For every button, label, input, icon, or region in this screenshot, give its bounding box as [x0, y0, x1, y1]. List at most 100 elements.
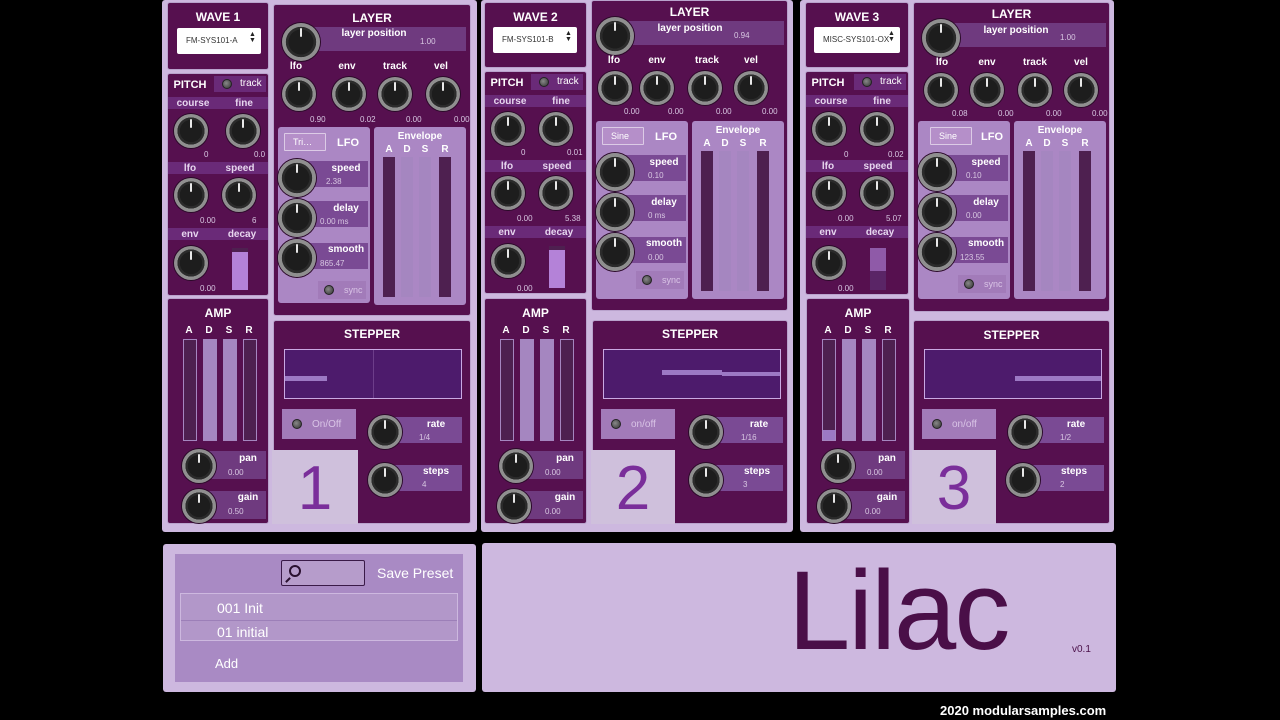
preset-search-input[interactable] [281, 560, 365, 586]
lfo-smooth-knob[interactable] [596, 233, 634, 271]
env-decay-slider[interactable] [719, 151, 731, 291]
amp-attack-slider[interactable] [822, 339, 836, 441]
amp-sustain-slider[interactable] [223, 339, 237, 441]
preset-item[interactable]: 01 initial [217, 624, 268, 640]
lfo-delay-knob[interactable] [596, 193, 634, 231]
lfo-sync-toggle[interactable]: sync [958, 275, 1006, 293]
stepper-steps-knob[interactable] [1006, 463, 1040, 497]
course-knob[interactable] [174, 114, 208, 148]
pitch-lfo-knob[interactable] [812, 176, 846, 210]
mod-env-knob[interactable] [332, 77, 366, 111]
env-sustain-slider[interactable] [1059, 151, 1071, 291]
amp-decay-slider[interactable] [520, 339, 534, 441]
voice-3-number[interactable]: 3 [912, 450, 996, 524]
amp-release-slider[interactable] [243, 339, 257, 441]
mod-env-knob[interactable] [970, 73, 1004, 107]
gain-knob[interactable] [497, 489, 531, 523]
voice-1-number[interactable]: 1 [272, 450, 358, 524]
pitch-lfo-knob[interactable] [174, 178, 208, 212]
lfo-sync-toggle[interactable]: sync [318, 281, 366, 299]
env-attack-slider[interactable] [383, 157, 395, 297]
lfo-delay-knob[interactable] [918, 193, 956, 231]
stepper-steps-knob[interactable] [368, 463, 402, 497]
lfo-delay-knob[interactable] [278, 199, 316, 237]
save-preset-button[interactable]: Save Preset [377, 565, 453, 581]
stepper-steps-knob[interactable] [689, 463, 723, 497]
lfo-smooth-knob[interactable] [278, 239, 316, 277]
add-preset-button[interactable]: Add [215, 656, 238, 671]
mod-env-knob[interactable] [640, 71, 674, 105]
pan-knob[interactable] [182, 449, 216, 483]
amp-sustain-slider[interactable] [540, 339, 554, 441]
lfo-shape-select[interactable]: Sine [602, 127, 644, 145]
stepper-onoff-button[interactable]: on/off [922, 409, 996, 439]
amp-release-slider[interactable] [882, 339, 896, 441]
wave-select[interactable]: FM-SYS101-B [493, 27, 577, 53]
amp-sustain-slider[interactable] [862, 339, 876, 441]
stepper-display[interactable] [603, 349, 781, 399]
pitch-speed-knob[interactable] [222, 178, 256, 212]
amp-release-slider[interactable] [560, 339, 574, 441]
pitch-track-toggle[interactable]: track [531, 74, 583, 90]
mod-vel-knob[interactable] [1064, 73, 1098, 107]
mod-track-knob[interactable] [1018, 73, 1052, 107]
lfo-sync-toggle[interactable]: sync [636, 271, 684, 289]
pitch-track-toggle[interactable]: track [214, 76, 266, 92]
pitch-track-toggle[interactable]: track [854, 74, 906, 90]
pitch-speed-knob[interactable] [860, 176, 894, 210]
pitch-lfo-knob[interactable] [491, 176, 525, 210]
mod-lfo-knob[interactable] [924, 73, 958, 107]
env-sustain-slider[interactable] [419, 157, 431, 297]
fine-knob[interactable] [226, 114, 260, 148]
env-sustain-slider[interactable] [737, 151, 749, 291]
fine-knob[interactable] [860, 112, 894, 146]
env-attack-slider[interactable] [701, 151, 713, 291]
mod-track-knob[interactable] [378, 77, 412, 111]
stepper-display[interactable] [924, 349, 1102, 399]
course-knob[interactable] [491, 112, 525, 146]
layer-position-knob[interactable] [596, 17, 634, 55]
stepper-onoff-button[interactable]: on/off [601, 409, 675, 439]
mod-lfo-knob[interactable] [598, 71, 632, 105]
lfo-speed-knob[interactable] [918, 153, 956, 191]
pitch-decay-slider[interactable] [232, 248, 248, 290]
pan-knob[interactable] [499, 449, 533, 483]
mod-vel-knob[interactable] [734, 71, 768, 105]
env-decay-slider[interactable] [1041, 151, 1053, 291]
amp-attack-slider[interactable] [183, 339, 197, 441]
pitch-env-knob[interactable] [491, 244, 525, 278]
pitch-speed-knob[interactable] [539, 176, 573, 210]
amp-attack-slider[interactable] [500, 339, 514, 441]
env-release-slider[interactable] [757, 151, 769, 291]
stepper-onoff-button[interactable]: On/Off [282, 409, 356, 439]
stepper-rate-knob[interactable] [368, 415, 402, 449]
fine-knob[interactable] [539, 112, 573, 146]
stepper-rate-knob[interactable] [1008, 415, 1042, 449]
pitch-env-knob[interactable] [812, 246, 846, 280]
lfo-speed-knob[interactable] [596, 153, 634, 191]
layer-position-knob[interactable] [922, 19, 960, 57]
env-release-slider[interactable] [439, 157, 451, 297]
mod-track-knob[interactable] [688, 71, 722, 105]
env-release-slider[interactable] [1079, 151, 1091, 291]
pitch-decay-slider[interactable] [870, 248, 886, 290]
gain-knob[interactable] [817, 489, 851, 523]
lfo-smooth-knob[interactable] [918, 233, 956, 271]
layer-position-knob[interactable] [282, 23, 320, 61]
env-decay-slider[interactable] [401, 157, 413, 297]
wave-select[interactable]: MISC-SYS101-OX [814, 27, 900, 53]
stepper-rate-knob[interactable] [689, 415, 723, 449]
mod-lfo-knob[interactable] [282, 77, 316, 111]
amp-decay-slider[interactable] [203, 339, 217, 441]
env-attack-slider[interactable] [1023, 151, 1035, 291]
lfo-shape-select[interactable]: Tri… [284, 133, 326, 151]
lfo-speed-knob[interactable] [278, 159, 316, 197]
pitch-decay-slider[interactable] [549, 246, 565, 288]
voice-2-number[interactable]: 2 [591, 450, 675, 524]
preset-item[interactable]: 001 Init [217, 600, 263, 616]
stepper-display[interactable] [284, 349, 462, 399]
mod-vel-knob[interactable] [426, 77, 460, 111]
gain-knob[interactable] [182, 489, 216, 523]
wave-select[interactable]: FM-SYS101-A [177, 28, 261, 54]
lfo-shape-select[interactable]: Sine [930, 127, 972, 145]
